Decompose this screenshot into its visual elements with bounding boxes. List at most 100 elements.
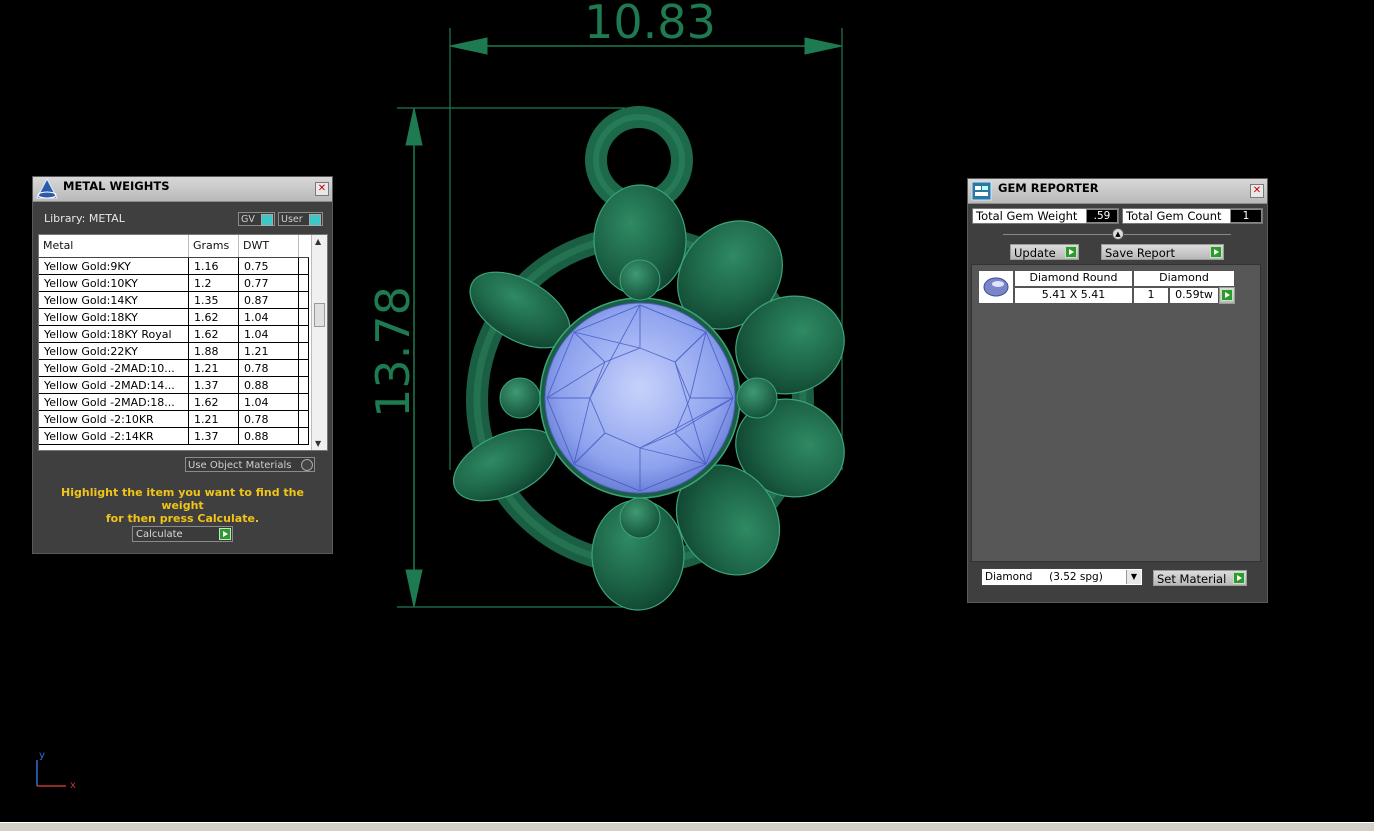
table-row[interactable]: Yellow Gold -2:14KR 1.37 0.88 bbox=[39, 428, 309, 445]
metal-cell: Yellow Gold -2MAD:10... bbox=[39, 360, 189, 377]
grams-cell: 1.37 bbox=[189, 377, 239, 394]
metal-cell: Yellow Gold -2:10KR bbox=[39, 411, 189, 428]
row-spacer bbox=[299, 360, 309, 377]
gv-toggle-label: GV bbox=[241, 214, 255, 225]
gem-count: 1 bbox=[1133, 287, 1169, 304]
total-gem-count-value: 1 bbox=[1230, 209, 1262, 223]
metal-weights-panel: METAL WEIGHTS ✕ Library: METAL GV User M… bbox=[32, 176, 333, 554]
gem-list-item[interactable]: Diamond Round Diamond 5.41 X 5.41 1 0.59… bbox=[978, 270, 1238, 304]
axis-y-label: y bbox=[39, 750, 45, 761]
table-row[interactable]: Yellow Gold:9KY 1.16 0.75 bbox=[39, 258, 309, 275]
use-object-materials-label: Use Object Materials bbox=[188, 460, 292, 471]
grams-cell: 1.37 bbox=[189, 428, 239, 445]
row-spacer bbox=[299, 275, 309, 292]
dwt-cell: 0.78 bbox=[239, 360, 299, 377]
save-report-button-label: Save Report bbox=[1105, 246, 1176, 260]
calculate-button[interactable]: Calculate bbox=[132, 526, 233, 542]
row-spacer bbox=[299, 411, 309, 428]
axis-indicator: y x bbox=[36, 750, 76, 791]
gv-toggle[interactable]: GV bbox=[238, 212, 275, 226]
grams-cell: 1.62 bbox=[189, 394, 239, 411]
grams-cell: 1.2 bbox=[189, 275, 239, 292]
metal-weights-title: METAL WEIGHTS bbox=[63, 179, 170, 193]
table-row[interactable]: Yellow Gold -2MAD:14... 1.37 0.88 bbox=[39, 377, 309, 394]
grams-cell: 1.62 bbox=[189, 326, 239, 343]
table-row[interactable]: Yellow Gold:10KY 1.2 0.77 bbox=[39, 275, 309, 292]
material-select[interactable]: Diamond (3.52 spg) ▼ bbox=[981, 568, 1143, 586]
column-header-metal[interactable]: Metal bbox=[39, 235, 189, 257]
user-toggle[interactable]: User bbox=[278, 212, 323, 226]
column-header-dwt[interactable]: DWT bbox=[239, 235, 299, 257]
metal-cell: Yellow Gold:18KY bbox=[39, 309, 189, 326]
grams-cell: 1.21 bbox=[189, 411, 239, 428]
metal-cell: Yellow Gold -2:14KR bbox=[39, 428, 189, 445]
metal-cell: Yellow Gold:9KY bbox=[39, 258, 189, 275]
table-row[interactable]: Yellow Gold -2MAD:18... 1.62 1.04 bbox=[39, 394, 309, 411]
row-spacer bbox=[299, 258, 309, 275]
column-header-grams[interactable]: Grams bbox=[189, 235, 239, 257]
table-row[interactable]: Yellow Gold:14KY 1.35 0.87 bbox=[39, 292, 309, 309]
table-row[interactable]: Yellow Gold:18KY 1.62 1.04 bbox=[39, 309, 309, 326]
grams-cell: 1.16 bbox=[189, 258, 239, 275]
play-arrow-icon bbox=[219, 528, 231, 540]
gem-reporter-panel: GEM REPORTER ✕ Total Gem Weight .59 Tota… bbox=[967, 178, 1268, 603]
table-scrollbar[interactable]: ▲ ▼ bbox=[311, 235, 327, 450]
gem-shape: Diamond Round bbox=[1014, 270, 1133, 287]
dwt-cell: 0.78 bbox=[239, 411, 299, 428]
metal-cell: Yellow Gold:18KY Royal bbox=[39, 326, 189, 343]
collapse-icon[interactable]: ▲ bbox=[1112, 228, 1124, 240]
dimension-width-label: 10.83 bbox=[584, 0, 716, 49]
gem-reporter-close-icon[interactable]: ✕ bbox=[1250, 184, 1264, 198]
gem-list[interactable]: Diamond Round Diamond 5.41 X 5.41 1 0.59… bbox=[971, 264, 1261, 562]
update-button[interactable]: Update bbox=[1010, 244, 1079, 260]
table-row[interactable]: Yellow Gold:22KY 1.88 1.21 bbox=[39, 343, 309, 360]
set-material-button[interactable]: Set Material bbox=[1153, 570, 1247, 586]
metal-cell: Yellow Gold -2MAD:18... bbox=[39, 394, 189, 411]
grams-cell: 1.88 bbox=[189, 343, 239, 360]
table-scroll-thumb[interactable] bbox=[314, 303, 325, 327]
calculate-button-label: Calculate bbox=[136, 529, 183, 540]
metal-weights-table[interactable]: Metal Grams DWT Yellow Gold:9KY 1.16 0.75 Y… bbox=[38, 234, 328, 451]
total-gem-count-label: Total Gem Count bbox=[1126, 209, 1222, 223]
play-arrow-icon bbox=[1221, 289, 1233, 301]
dwt-cell: 1.04 bbox=[239, 394, 299, 411]
chevron-down-icon[interactable]: ▼ bbox=[1126, 570, 1141, 584]
metal-weights-titlebar[interactable]: METAL WEIGHTS ✕ bbox=[33, 177, 332, 202]
use-object-materials-toggle[interactable]: Use Object Materials bbox=[185, 457, 315, 472]
set-material-button-label: Set Material bbox=[1157, 572, 1227, 586]
table-header: Metal Grams DWT bbox=[39, 235, 309, 258]
dwt-cell: 1.21 bbox=[239, 343, 299, 360]
dwt-cell: 0.75 bbox=[239, 258, 299, 275]
metal-cell: Yellow Gold -2MAD:14... bbox=[39, 377, 189, 394]
total-gem-weight-label: Total Gem Weight bbox=[976, 209, 1078, 223]
dimension-height-label: 13.78 bbox=[366, 286, 420, 418]
table-row[interactable]: Yellow Gold:18KY Royal 1.62 1.04 bbox=[39, 326, 309, 343]
metal-cell: Yellow Gold:10KY bbox=[39, 275, 189, 292]
row-spacer bbox=[299, 343, 309, 360]
metal-weights-close-icon[interactable]: ✕ bbox=[315, 182, 329, 196]
calculate-hint: Highlight the item you want to find the … bbox=[38, 486, 327, 525]
gem-detail-button[interactable] bbox=[1219, 287, 1235, 304]
row-spacer bbox=[299, 428, 309, 445]
gem-reporter-titlebar[interactable]: GEM REPORTER ✕ bbox=[968, 179, 1267, 204]
table-row[interactable]: Yellow Gold -2:10KR 1.21 0.78 bbox=[39, 411, 309, 428]
dwt-cell: 1.04 bbox=[239, 326, 299, 343]
metal-cell: Yellow Gold:14KY bbox=[39, 292, 189, 309]
calculate-hint-line2: for then press Calculate. bbox=[105, 512, 260, 525]
row-spacer bbox=[299, 292, 309, 309]
save-report-button[interactable]: Save Report bbox=[1101, 244, 1224, 260]
total-gem-weight-value: .59 bbox=[1086, 209, 1118, 223]
gem-weight: 0.59tw bbox=[1169, 287, 1219, 304]
gem-size: 5.41 X 5.41 bbox=[1014, 287, 1133, 304]
dwt-cell: 0.88 bbox=[239, 377, 299, 394]
row-spacer bbox=[299, 309, 309, 326]
dwt-cell: 1.04 bbox=[239, 309, 299, 326]
dwt-cell: 0.88 bbox=[239, 428, 299, 445]
gem-reporter-title: GEM REPORTER bbox=[998, 181, 1099, 195]
gem-material: Diamond bbox=[1133, 270, 1235, 287]
play-arrow-icon bbox=[1210, 246, 1222, 258]
dwt-cell: 0.77 bbox=[239, 275, 299, 292]
row-spacer bbox=[299, 326, 309, 343]
table-row[interactable]: Yellow Gold -2MAD:10... 1.21 0.78 bbox=[39, 360, 309, 377]
play-arrow-icon bbox=[1065, 246, 1077, 258]
